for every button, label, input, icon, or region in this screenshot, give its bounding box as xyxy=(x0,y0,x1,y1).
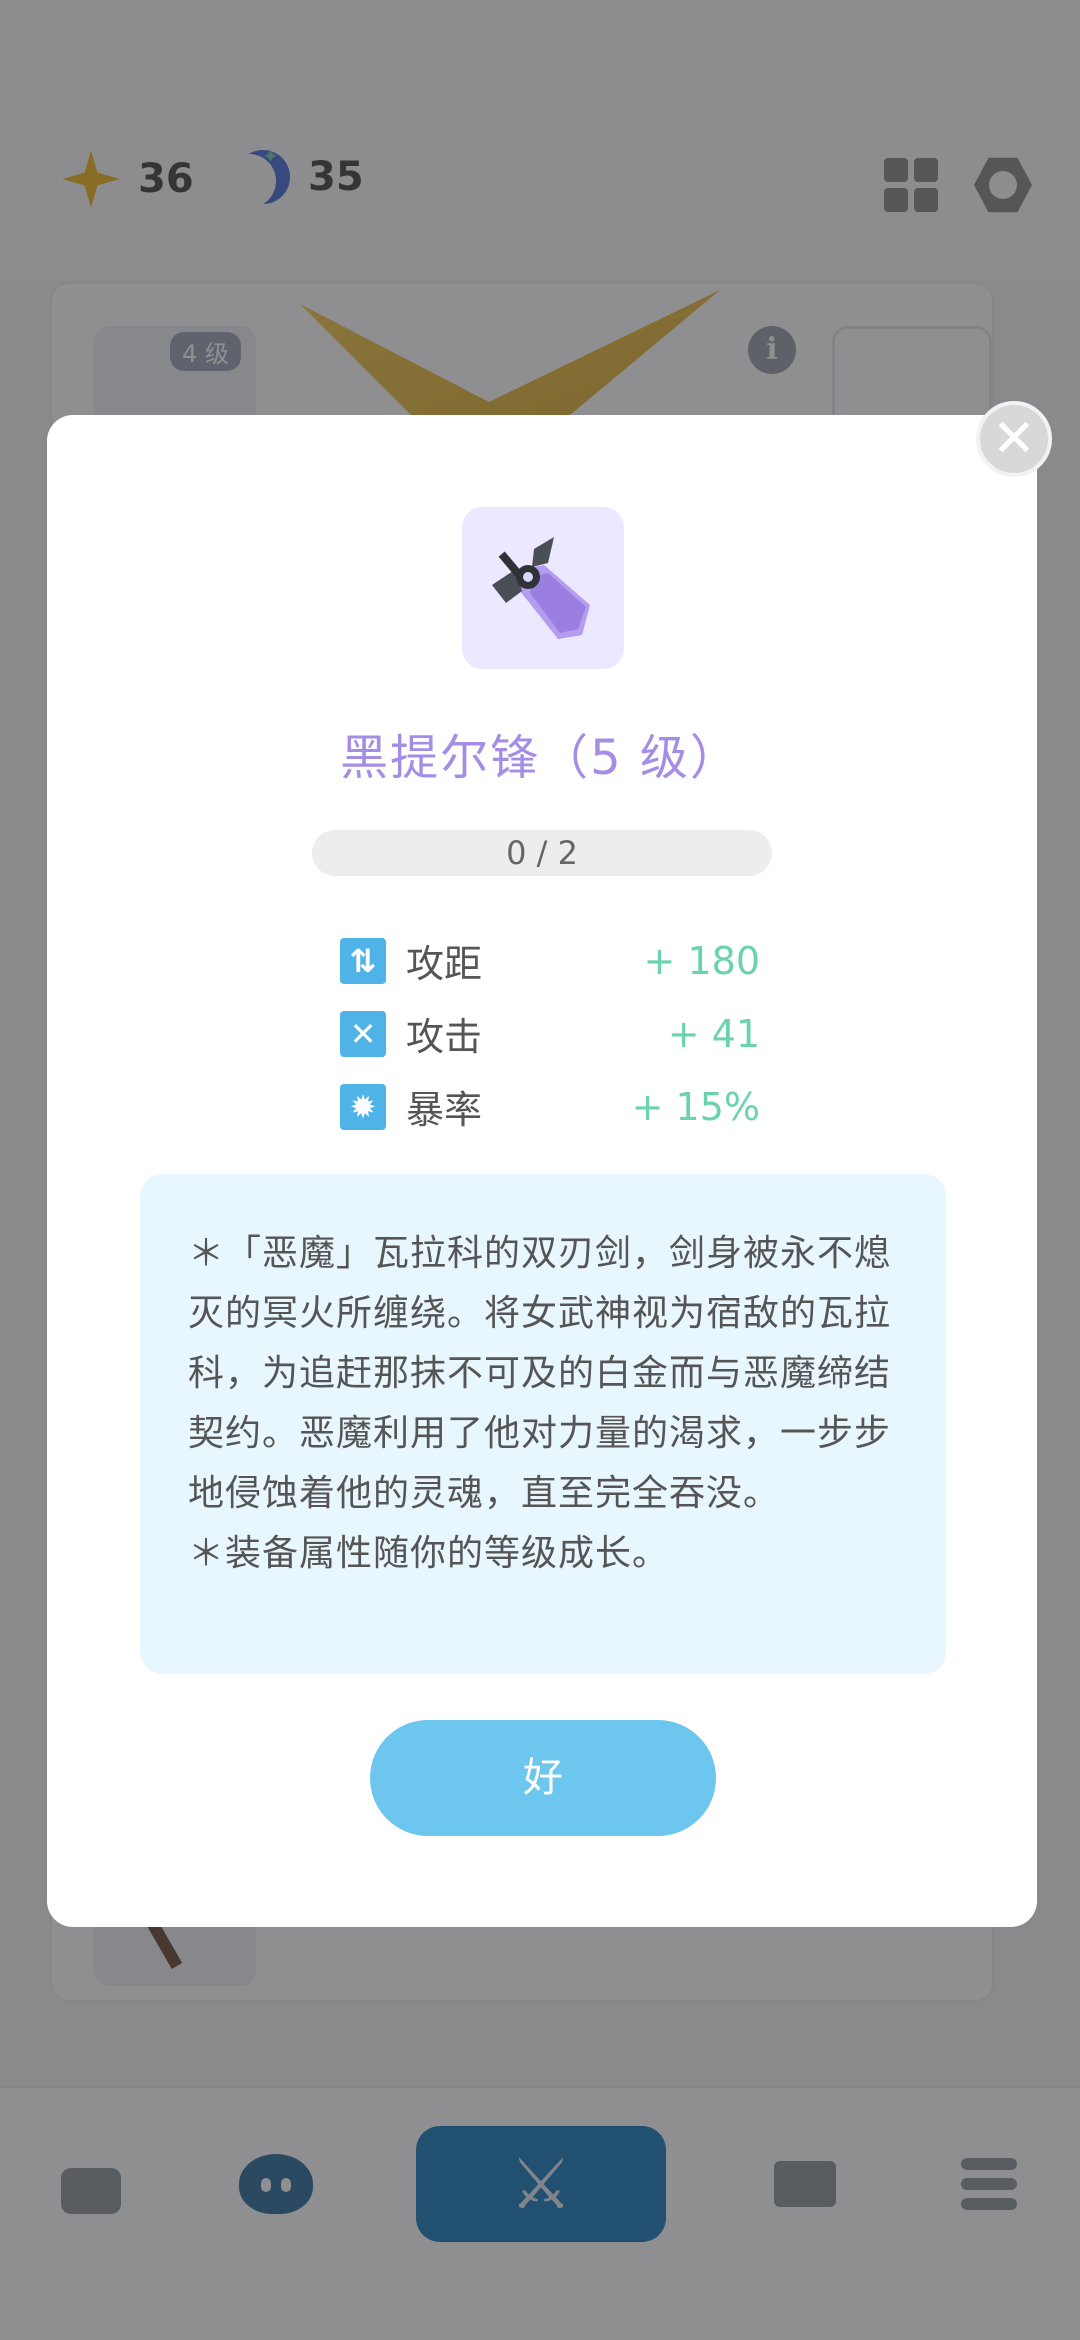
item-title: 黑提尔锋（5 级） xyxy=(340,730,740,786)
close-icon: ✕ xyxy=(992,409,1036,469)
crit-icon: ✹ xyxy=(340,1083,386,1130)
stat-row-attack: ✕ 攻击 + 41 xyxy=(340,997,760,1070)
stat-row-crit: ✹ 暴率 + 15% xyxy=(340,1070,760,1143)
range-icon: ⇅ xyxy=(340,937,386,984)
stat-row-range: ⇅ 攻距 + 180 xyxy=(340,924,760,997)
dark-sword-icon xyxy=(492,537,590,639)
item-description: ＊「恶魔」瓦拉科的双刃剑，剑身被永不熄灭的冥火所缠绕。将女武神视为宿敌的瓦拉科，… xyxy=(188,1233,892,1514)
stats-list: ⇅ 攻距 + 180 ✕ 攻击 + 41 ✹ 暴率 + 15% xyxy=(340,924,760,1143)
stat-label: 暴率 xyxy=(406,1088,483,1132)
stat-value: + 41 xyxy=(667,1011,760,1056)
item-icon xyxy=(462,507,624,669)
stat-value: + 15% xyxy=(631,1084,760,1129)
ok-button[interactable]: 好 xyxy=(370,1720,716,1836)
upgrade-progress: 0 / 2 xyxy=(312,830,772,876)
attack-icon: ✕ xyxy=(340,1010,386,1057)
description-box: ＊「恶魔」瓦拉科的双刃剑，剑身被永不熄灭的冥火所缠绕。将女武神视为宿敌的瓦拉科，… xyxy=(140,1174,946,1674)
stat-label: 攻距 xyxy=(406,942,483,986)
stat-label: 攻击 xyxy=(406,1015,483,1059)
stat-value: + 180 xyxy=(643,938,760,983)
item-note: ＊装备属性随你的等级成长。 xyxy=(188,1533,670,1574)
close-button[interactable]: ✕ xyxy=(976,401,1052,477)
